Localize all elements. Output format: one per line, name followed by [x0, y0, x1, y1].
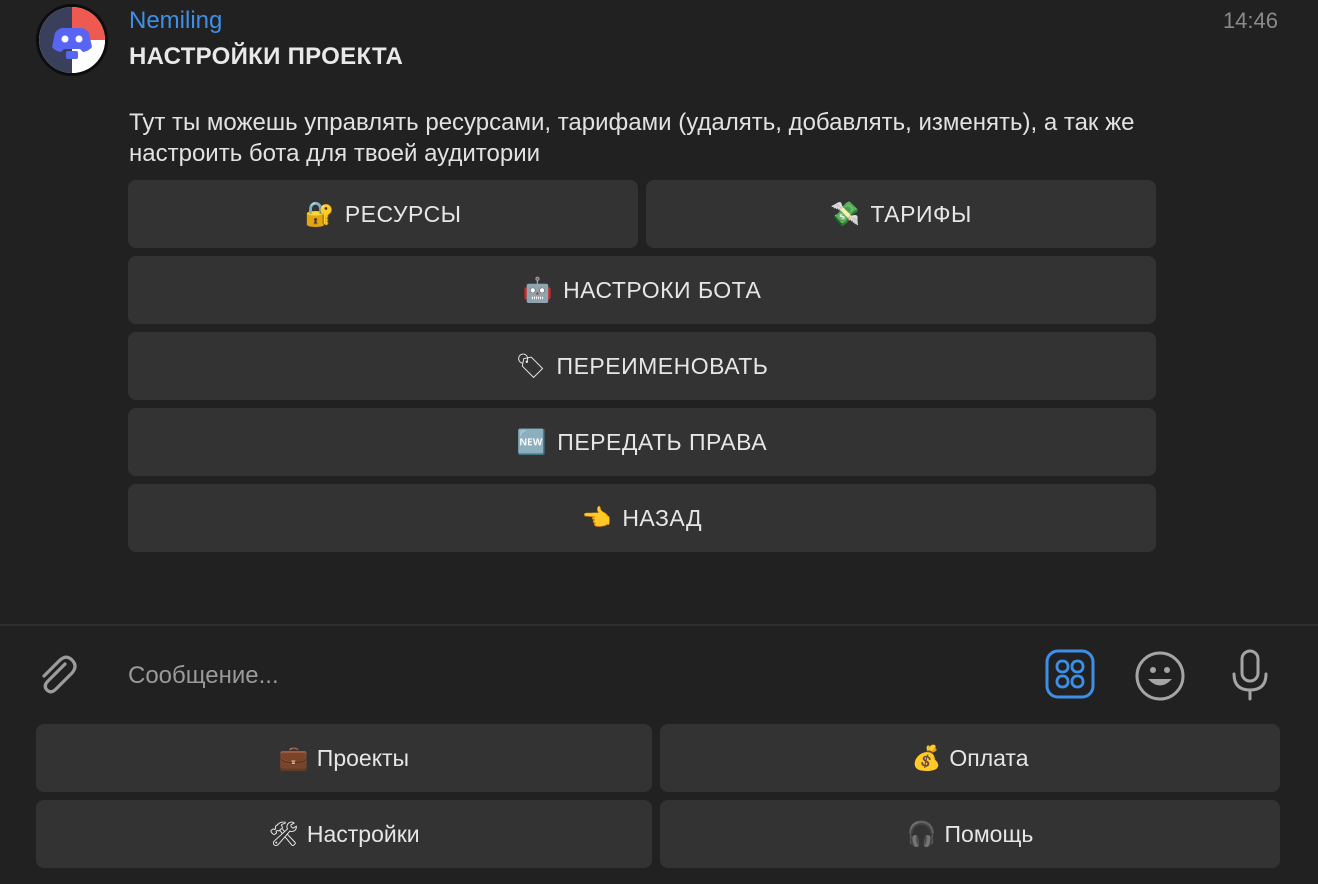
money-bag-icon: 💰: [911, 744, 942, 772]
inline-keyboard: 🔐 РЕСУРСЫ 💸 ТАРИФЫ 🤖 НАСТРОКИ БОТА 🏷 ПЕР…: [128, 180, 1156, 560]
locked-with-key-icon: 🔐: [304, 200, 335, 228]
help-button-label: Помощь: [944, 820, 1034, 847]
smiley-icon[interactable]: [1134, 650, 1186, 702]
microphone-icon[interactable]: [1226, 648, 1274, 702]
projects-button[interactable]: 💼 Проекты: [36, 724, 652, 792]
chat-area: Nemiling 14:46 НАСТРОЙКИ ПРОЕКТА Тут ты …: [0, 0, 1318, 624]
paperclip-icon[interactable]: [32, 650, 82, 700]
message-time: 14:46: [1222, 8, 1278, 33]
message-title: НАСТРОЙКИ ПРОЕКТА: [129, 43, 404, 70]
payment-button[interactable]: 💰 Оплата: [660, 724, 1280, 792]
back-button-label: НАЗАД: [622, 504, 703, 531]
resources-button[interactable]: 🔐 РЕСУРСЫ: [128, 180, 638, 248]
money-with-wings-icon: 💸: [830, 200, 861, 228]
payment-button-label: Оплата: [949, 744, 1029, 771]
pointing-left-icon: 👈: [581, 504, 613, 532]
composer: 💼 Проекты 💰 Оплата 🛠 Настройки 🎧 Помощь: [0, 626, 1318, 884]
projects-button-label: Проекты: [316, 744, 410, 771]
bot-settings-button-label: НАСТРОКИ БОТА: [563, 276, 762, 303]
transfer-rights-button-label: ПЕРЕДАТЬ ПРАВА: [557, 428, 768, 455]
message-input[interactable]: [128, 656, 1008, 696]
reply-keyboard: 💼 Проекты 💰 Оплата 🛠 Настройки 🎧 Помощь: [36, 724, 1280, 876]
settings-button-label: Настройки: [306, 820, 420, 847]
bot-settings-button[interactable]: 🤖 НАСТРОКИ БОТА: [128, 256, 1156, 324]
sender-name[interactable]: Nemiling: [129, 7, 222, 35]
robot-icon: 🤖: [522, 276, 554, 304]
avatar-image: [39, 7, 105, 73]
message-body: Тут ты можешь управлять ресурсами, тариф…: [129, 109, 1135, 167]
headphones-icon: 🎧: [906, 820, 937, 848]
transfer-rights-button[interactable]: 🆕 ПЕРЕДАТЬ ПРАВА: [128, 408, 1156, 476]
tariffs-button[interactable]: 💸 ТАРИФЫ: [646, 180, 1156, 248]
help-button[interactable]: 🎧 Помощь: [660, 800, 1280, 868]
label-tag-icon: 🏷: [515, 352, 547, 380]
sender-avatar[interactable]: [36, 4, 108, 76]
settings-button[interactable]: 🛠 Настройки: [36, 800, 652, 868]
new-button-icon: 🆕: [516, 428, 548, 456]
back-button[interactable]: 👈 НАЗАД: [128, 484, 1156, 552]
resources-button-label: РЕСУРСЫ: [344, 200, 462, 227]
rename-button-label: ПЕРЕИМЕНОВАТЬ: [556, 352, 769, 379]
keyboard-toggle-icon[interactable]: [1045, 649, 1095, 699]
hammer-and-wrench-icon: 🛠: [268, 820, 299, 848]
tariffs-button-label: ТАРИФЫ: [870, 200, 972, 227]
rename-button[interactable]: 🏷 ПЕРЕИМЕНОВАТЬ: [128, 332, 1156, 400]
briefcase-icon: 💼: [278, 744, 309, 772]
